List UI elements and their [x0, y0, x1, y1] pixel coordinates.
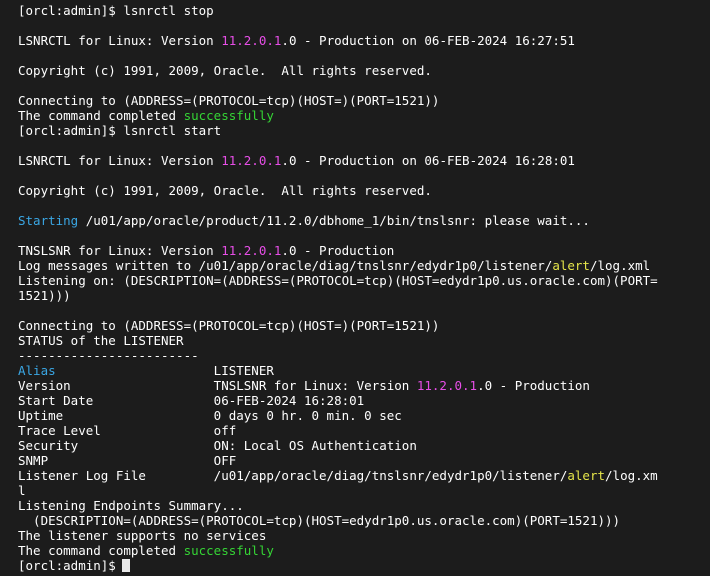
terminal-line: Log messages written to /u01/app/oracle/… — [18, 258, 710, 273]
terminal-line: Connecting to (ADDRESS=(PROTOCOL=tcp)(HO… — [18, 93, 710, 108]
terminal-line: LSNRCTL for Linux: Version 11.2.0.1.0 - … — [18, 33, 710, 48]
terminal-line: Connecting to (ADDRESS=(PROTOCOL=tcp)(HO… — [18, 318, 710, 333]
terminal-line: Copyright (c) 1991, 2009, Oracle. All ri… — [18, 183, 710, 198]
terminal-text: .0 - Production on 06-FEB-2024 16:28:01 — [281, 153, 575, 168]
terminal-text: LSNRCTL for Linux: Version — [18, 33, 222, 48]
terminal-text: TNSLSNR for Linux: Version — [18, 243, 222, 258]
terminal-text: Security ON: Local OS Authentication — [18, 438, 417, 453]
terminal-text: Connecting to (ADDRESS=(PROTOCOL=tcp)(HO… — [18, 93, 440, 108]
terminal-line: Trace Level off — [18, 423, 710, 438]
terminal-text: Listener Log File /u01/app/oracle/diag/t… — [18, 468, 568, 483]
terminal-line: SNMP OFF — [18, 453, 710, 468]
terminal-text: LISTENER — [55, 363, 274, 378]
terminal-window[interactable]: [orcl:admin]$ lsnrctl stop LSNRCTL for Li… — [0, 0, 710, 576]
terminal-line: Alias LISTENER — [18, 363, 710, 378]
terminal-text: The command completed — [18, 108, 184, 123]
terminal-text: 1521))) — [18, 288, 71, 303]
terminal-output: [orcl:admin]$ lsnrctl stop LSNRCTL for Li… — [18, 3, 710, 573]
terminal-text: SNMP OFF — [18, 453, 237, 468]
terminal-text: /log.xml — [589, 258, 651, 273]
highlight-keyword: Starting — [18, 213, 79, 228]
terminal-text: .0 - Production — [477, 378, 590, 393]
terminal-text: Listening Endpoints Summary... — [18, 498, 244, 513]
highlight-success: successfully — [183, 543, 274, 558]
terminal-line: Starting /u01/app/oracle/product/11.2.0/… — [18, 213, 710, 228]
terminal-text: l — [18, 483, 26, 498]
text-cursor — [121, 559, 130, 572]
terminal-line: The command completed successfully — [18, 108, 710, 123]
terminal-text: (DESCRIPTION=(ADDRESS=(PROTOCOL=tcp)(HOS… — [18, 513, 621, 528]
terminal-text: Connecting to (ADDRESS=(PROTOCOL=tcp)(HO… — [18, 318, 440, 333]
highlight-highlight: alert — [567, 468, 606, 483]
terminal-line: Listener Log File /u01/app/oracle/diag/t… — [18, 468, 710, 483]
terminal-text: Copyright (c) 1991, 2009, Oracle. All ri… — [18, 63, 432, 78]
terminal-line: l — [18, 483, 710, 498]
highlight-version: 11.2.0.1 — [221, 243, 282, 258]
terminal-text: /log.xm — [605, 468, 658, 483]
highlight-version: 11.2.0.1 — [221, 153, 282, 168]
terminal-line: (DESCRIPTION=(ADDRESS=(PROTOCOL=tcp)(HOS… — [18, 513, 710, 528]
terminal-text: STATUS of the LISTENER — [18, 333, 184, 348]
highlight-success: successfully — [183, 108, 274, 123]
terminal-text: Version TNSLSNR for Linux: Version — [18, 378, 417, 393]
terminal-text: Copyright (c) 1991, 2009, Oracle. All ri… — [18, 183, 432, 198]
terminal-line: Start Date 06-FEB-2024 16:28:01 — [18, 393, 710, 408]
terminal-line: The command completed successfully — [18, 543, 710, 558]
terminal-text: [orcl:admin]$ lsnrctl start — [18, 123, 222, 138]
terminal-line: Copyright (c) 1991, 2009, Oracle. All ri… — [18, 63, 710, 78]
terminal-text: LSNRCTL for Linux: Version — [18, 153, 222, 168]
terminal-line: Security ON: Local OS Authentication — [18, 438, 710, 453]
terminal-line: LSNRCTL for Linux: Version 11.2.0.1.0 - … — [18, 153, 710, 168]
highlight-keyword: Alias — [18, 363, 56, 378]
terminal-text: Listening on: (DESCRIPTION=(ADDRESS=(PRO… — [18, 273, 658, 288]
terminal-line: Uptime 0 days 0 hr. 0 min. 0 sec — [18, 408, 710, 423]
terminal-line: [orcl:admin]$ lsnrctl start — [18, 123, 710, 138]
terminal-text: Uptime 0 days 0 hr. 0 min. 0 sec — [18, 408, 402, 423]
terminal-line: STATUS of the LISTENER — [18, 333, 710, 348]
terminal-line: TNSLSNR for Linux: Version 11.2.0.1.0 - … — [18, 243, 710, 258]
terminal-line: Version TNSLSNR for Linux: Version 11.2.… — [18, 378, 710, 393]
terminal-text: The command completed — [18, 543, 184, 558]
terminal-line: ------------------------ — [18, 348, 710, 363]
highlight-version: 11.2.0.1 — [221, 33, 282, 48]
terminal-line: 1521))) — [18, 288, 710, 303]
terminal-text: Trace Level off — [18, 423, 237, 438]
terminal-text: Start Date 06-FEB-2024 16:28:01 — [18, 393, 365, 408]
terminal-text: /u01/app/oracle/product/11.2.0/dbhome_1/… — [78, 213, 590, 228]
terminal-line: Listening Endpoints Summary... — [18, 498, 710, 513]
highlight-version: 11.2.0.1 — [416, 378, 478, 393]
terminal-text: Log messages written to /u01/app/oracle/… — [18, 258, 553, 273]
terminal-line: [orcl:admin]$ lsnrctl stop — [18, 3, 710, 18]
terminal-text: [orcl:admin]$ lsnrctl stop — [18, 3, 214, 18]
terminal-text: .0 - Production on 06-FEB-2024 16:27:51 — [281, 33, 575, 48]
terminal-line: [orcl:admin]$ — [18, 558, 710, 573]
terminal-text: The listener supports no services — [18, 528, 267, 543]
terminal-text: .0 - Production — [281, 243, 395, 258]
terminal-line: The listener supports no services — [18, 528, 710, 543]
terminal-line: Listening on: (DESCRIPTION=(ADDRESS=(PRO… — [18, 273, 710, 288]
terminal-text: ------------------------ — [18, 348, 199, 363]
highlight-highlight: alert — [552, 258, 590, 273]
terminal-text: [orcl:admin]$ — [18, 558, 116, 573]
